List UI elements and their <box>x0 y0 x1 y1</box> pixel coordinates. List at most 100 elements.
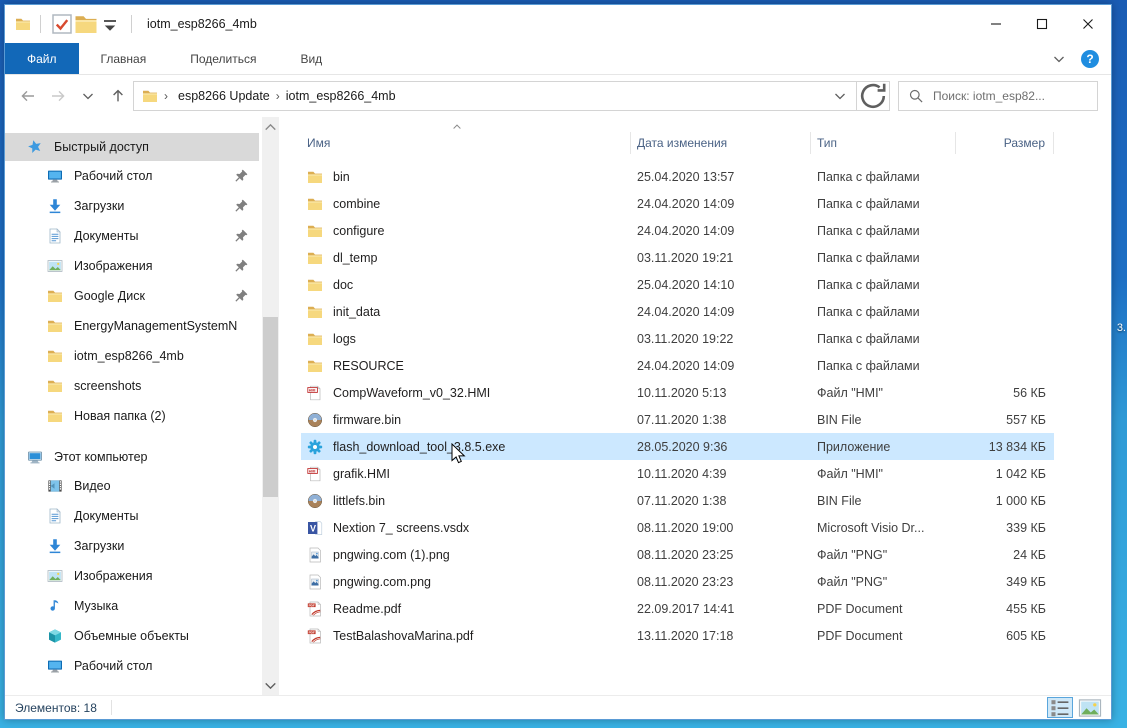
file-row[interactable]: bin25.04.2020 13:57Папка с файлами <box>301 163 1054 190</box>
file-row[interactable]: littlefs.bin07.11.2020 1:38BIN File1 000… <box>301 487 1054 514</box>
file-row[interactable]: RESOURCE24.04.2020 14:09Папка с файлами <box>301 352 1054 379</box>
file-row[interactable]: doc25.04.2020 14:10Папка с файлами <box>301 271 1054 298</box>
recent-locations-chevron[interactable] <box>73 81 103 111</box>
address-dropdown-chevron[interactable] <box>832 88 848 104</box>
help-button[interactable]: ? <box>1081 50 1099 68</box>
sidebar-item[interactable]: Загрузки <box>5 191 259 221</box>
file-name-cell[interactable]: RESOURCE <box>301 358 631 374</box>
sidebar-item[interactable]: Документы <box>5 501 259 531</box>
file-name-cell[interactable]: HMICompWaveform_v0_32.HMI <box>301 385 631 401</box>
sidebar-item[interactable]: screenshots <box>5 371 259 401</box>
file-row[interactable]: flash_download_tool_3.8.5.exe28.05.2020 … <box>301 433 1054 460</box>
close-button[interactable] <box>1065 5 1111 43</box>
file-row[interactable]: PDFTestBalashovaMarina.pdf13.11.2020 17:… <box>301 622 1054 649</box>
window-controls <box>973 5 1111 43</box>
file-name-cell[interactable]: bin <box>301 169 631 185</box>
refresh-button[interactable] <box>856 81 890 111</box>
search-input[interactable] <box>933 89 1083 103</box>
file-name-cell[interactable]: HMIgrafik.HMI <box>301 466 631 482</box>
file-name-cell[interactable]: pngwing.com.png <box>301 574 631 590</box>
back-button[interactable] <box>13 81 43 111</box>
sidebar-item[interactable]: iotm_esp8266_4mb <box>5 341 259 371</box>
pin-icon <box>233 288 249 304</box>
file-name-cell[interactable]: PDFReadme.pdf <box>301 601 631 617</box>
file-row[interactable]: HMICompWaveform_v0_32.HMI10.11.2020 5:13… <box>301 379 1054 406</box>
file-name-cell[interactable]: littlefs.bin <box>301 493 631 509</box>
sidebar-item[interactable]: Google Диск <box>5 281 259 311</box>
qat-properties-button[interactable] <box>50 12 74 36</box>
maximize-button[interactable] <box>1019 5 1065 43</box>
chevron-down-icon[interactable] <box>1051 51 1067 67</box>
sidebar-item[interactable]: Рабочий стол <box>5 161 259 191</box>
file-name-cell[interactable]: dl_temp <box>301 250 631 266</box>
separator <box>111 700 112 715</box>
file-row[interactable]: PDFReadme.pdf22.09.2017 14:41PDF Documen… <box>301 595 1054 622</box>
breadcrumb-item[interactable]: iotm_esp8266_4mb <box>282 89 400 103</box>
sidebar-section-header[interactable]: Этот компьютер <box>5 443 259 471</box>
file-row[interactable]: configure24.04.2020 14:09Папка с файлами <box>301 217 1054 244</box>
details-view-button[interactable] <box>1047 697 1073 718</box>
sidebar-item[interactable]: Загрузки <box>5 531 259 561</box>
file-name-cell[interactable]: logs <box>301 331 631 347</box>
file-row[interactable]: init_data24.04.2020 14:09Папка с файлами <box>301 298 1054 325</box>
file-row[interactable]: HMIgrafik.HMI10.11.2020 4:39Файл "HMI"1 … <box>301 460 1054 487</box>
file-name-cell[interactable]: firmware.bin <box>301 412 631 428</box>
forward-button[interactable] <box>43 81 73 111</box>
file-name-cell[interactable]: doc <box>301 277 631 293</box>
navigation-pane: Быстрый доступРабочий столЗагрузкиДокуме… <box>5 117 283 695</box>
folder-icon <box>47 408 63 424</box>
minimize-button[interactable] <box>973 5 1019 43</box>
sidebar-item[interactable]: Рабочий стол <box>5 651 259 681</box>
file-row[interactable]: dl_temp03.11.2020 19:21Папка с файлами <box>301 244 1054 271</box>
scroll-down-chevron-icon[interactable] <box>262 677 279 693</box>
file-row[interactable]: pngwing.com.png08.11.2020 23:23Файл "PNG… <box>301 568 1054 595</box>
sidebar-item[interactable]: Объемные объекты <box>5 621 259 651</box>
search-box[interactable] <box>898 81 1098 111</box>
file-name-cell[interactable]: configure <box>301 223 631 239</box>
scrollbar-thumb[interactable] <box>263 317 278 497</box>
file-name-cell[interactable]: VNextion 7_ screens.vsdx <box>301 520 631 536</box>
png-icon <box>307 574 323 590</box>
ribbon-tab[interactable]: Главная <box>79 43 169 74</box>
file-name-cell[interactable]: pngwing.com (1).png <box>301 547 631 563</box>
column-header[interactable]: Размер <box>956 132 1054 154</box>
sidebar-item[interactable]: Документы <box>5 221 259 251</box>
file-type-cell: Папка с файлами <box>811 305 956 319</box>
folder-icon <box>307 223 323 239</box>
ribbon-tab[interactable]: Файл <box>5 43 79 74</box>
file-name-cell[interactable]: init_data <box>301 304 631 320</box>
column-header[interactable]: Тип <box>811 132 956 154</box>
breadcrumb: esp8266 Update›iotm_esp8266_4mb <box>174 89 400 103</box>
column-header[interactable]: Дата изменения <box>631 132 811 154</box>
sidebar-item[interactable]: Изображения <box>5 251 259 281</box>
pc-icon <box>27 449 43 465</box>
qat-new-folder-button[interactable] <box>74 12 98 36</box>
file-row[interactable]: VNextion 7_ screens.vsdx08.11.2020 19:00… <box>301 514 1054 541</box>
file-type-cell: BIN File <box>811 494 956 508</box>
address-bar[interactable]: › esp8266 Update›iotm_esp8266_4mb <box>133 81 857 111</box>
column-header[interactable]: Имя <box>301 132 631 154</box>
sidebar-item[interactable]: Видео <box>5 471 259 501</box>
breadcrumb-item[interactable]: esp8266 Update <box>174 89 274 103</box>
up-button[interactable] <box>103 81 133 111</box>
sidebar-scrollbar[interactable] <box>262 117 279 695</box>
qat-customize-dropdown[interactable] <box>98 12 122 36</box>
sidebar-item[interactable]: Музыка <box>5 591 259 621</box>
sidebar-item[interactable]: EnergyManagementSystemN <box>5 311 259 341</box>
ribbon-tab[interactable]: Вид <box>278 43 344 74</box>
large-icons-view-button[interactable] <box>1077 697 1103 718</box>
file-type-cell: BIN File <box>811 413 956 427</box>
scroll-up-chevron-icon[interactable] <box>262 119 279 135</box>
file-date-cell: 22.09.2017 14:41 <box>631 602 811 616</box>
sidebar-item[interactable]: Изображения <box>5 561 259 591</box>
file-row[interactable]: firmware.bin07.11.2020 1:38BIN File557 К… <box>301 406 1054 433</box>
file-row[interactable]: combine24.04.2020 14:09Папка с файлами <box>301 190 1054 217</box>
file-name-cell[interactable]: combine <box>301 196 631 212</box>
file-date-cell: 25.04.2020 13:57 <box>631 170 811 184</box>
sidebar-section-header[interactable]: Быстрый доступ <box>5 133 259 161</box>
file-name-cell[interactable]: PDFTestBalashovaMarina.pdf <box>301 628 631 644</box>
ribbon-tab[interactable]: Поделиться <box>168 43 278 74</box>
file-row[interactable]: pngwing.com (1).png08.11.2020 23:25Файл … <box>301 541 1054 568</box>
file-row[interactable]: logs03.11.2020 19:22Папка с файлами <box>301 325 1054 352</box>
sidebar-item[interactable]: Новая папка (2) <box>5 401 259 431</box>
